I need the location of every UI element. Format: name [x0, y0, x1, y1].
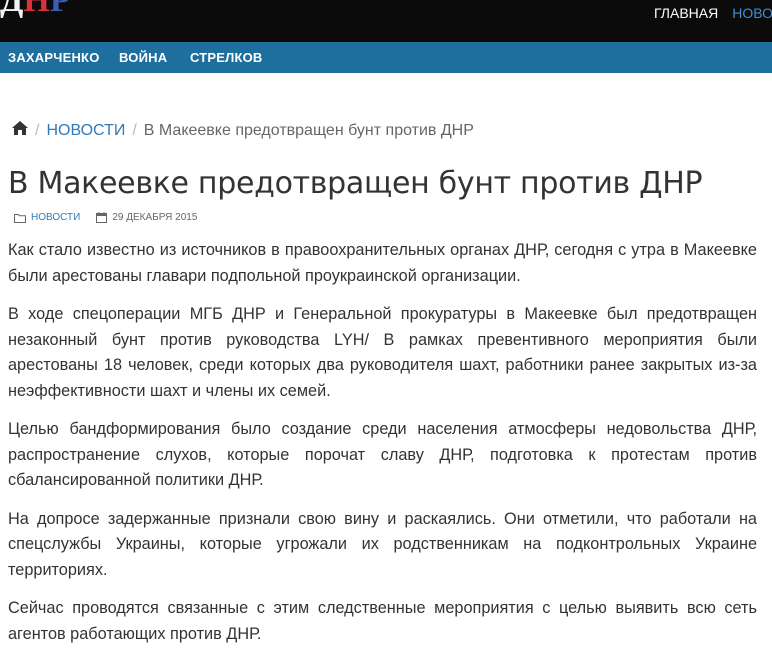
nav-news-link[interactable]: НОВОСТИ [732, 5, 772, 21]
subnav-item-strelkov[interactable]: СТРЕЛКОВ [190, 50, 263, 65]
article-paragraph: Целью бандформирования было создание сре… [8, 420, 757, 489]
article-paragraph: Как стало известно из источников в право… [8, 241, 757, 285]
top-bar: ДНР ГЛАВНАЯ НОВОСТИ [0, 0, 772, 42]
article-title: В Макеевке предотвращен бунт против ДНР [8, 166, 703, 201]
nav-home-link[interactable]: ГЛАВНАЯ [654, 5, 718, 21]
secondary-nav: ЗАХАРЧЕНКО ВОЙНА СТРЕЛКОВ [0, 42, 772, 73]
article-paragraph: В ходе спецоперации МГБ ДНР и Генерально… [8, 305, 757, 400]
breadcrumb-current: В Макеевке предотвращен бунт против ДНР [143, 121, 474, 139]
logo-letter-1: Д [0, 0, 24, 19]
breadcrumb-home-link[interactable] [12, 121, 28, 140]
calendar-icon [96, 212, 108, 223]
subnav-item-war[interactable]: ВОЙНА [119, 50, 167, 65]
breadcrumb: / НОВОСТИ / В Макеевке предотвращен бунт… [12, 121, 474, 140]
article-body: Как стало известно из источников в право… [8, 238, 757, 660]
folder-icon [14, 213, 26, 223]
breadcrumb-separator: / [132, 121, 137, 139]
site-logo[interactable]: ДНР [0, 0, 71, 19]
home-icon [12, 121, 28, 135]
article-category-link[interactable]: НОВОСТИ [31, 212, 80, 223]
logo-letter-2: Н [23, 0, 50, 19]
breadcrumb-section-link[interactable]: НОВОСТИ [46, 122, 125, 140]
article-paragraph: Сейчас проводятся связанные с этим следс… [8, 599, 757, 643]
logo-letter-3: Р [49, 0, 71, 19]
breadcrumb-separator: / [35, 121, 40, 139]
main-nav: ГЛАВНАЯ НОВОСТИ [654, 5, 772, 21]
subnav-item-zakharchenko[interactable]: ЗАХАРЧЕНКО [8, 50, 100, 65]
article-meta: НОВОСТИ 29 ДЕКАБРЯ 2015 [14, 212, 197, 223]
article-paragraph: На допросе задержанные признали свою вин… [8, 509, 757, 579]
article-date: 29 ДЕКАБРЯ 2015 [112, 212, 198, 223]
